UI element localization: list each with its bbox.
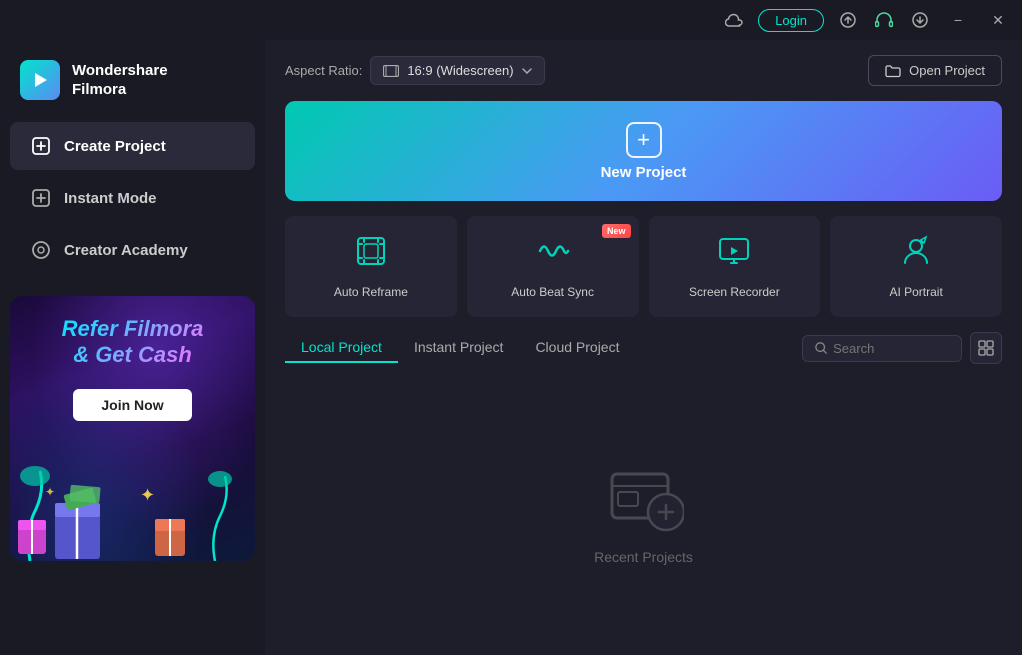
ai-portrait-label: AI Portrait xyxy=(889,285,942,299)
new-project-plus-icon: + xyxy=(626,122,662,158)
screen-recorder-card[interactable]: Screen Recorder xyxy=(649,216,821,317)
new-project-label: New Project xyxy=(601,164,687,181)
cloud-icon[interactable] xyxy=(722,8,746,32)
promo-content: Refer Filmora& Get Cash Join Now xyxy=(10,296,255,561)
auto-beat-sync-label: Auto Beat Sync xyxy=(511,285,594,299)
sidebar-item-creator-academy[interactable]: Creator Academy xyxy=(10,226,255,274)
projects-tabs: Local Project Instant Project Cloud Proj… xyxy=(285,332,1002,364)
search-input[interactable] xyxy=(833,341,949,356)
aspect-ratio-area: Aspect Ratio: 16:9 (Widescreen) xyxy=(285,56,545,85)
new-project-inner: + New Project xyxy=(601,122,687,181)
empty-projects-icon xyxy=(604,454,684,534)
headphones-icon[interactable] xyxy=(872,8,896,32)
tab-instant-project[interactable]: Instant Project xyxy=(398,333,520,363)
logo-icon xyxy=(20,60,60,100)
svg-text:✦: ✦ xyxy=(140,485,155,505)
auto-reframe-label: Auto Reframe xyxy=(334,285,408,299)
tab-cloud-project[interactable]: Cloud Project xyxy=(519,333,635,363)
sidebar: WondershareFilmora Create Project Instan… xyxy=(0,40,265,655)
aspect-ratio-value: 16:9 (Widescreen) xyxy=(407,63,513,78)
search-box[interactable] xyxy=(802,335,962,362)
instant-mode-icon xyxy=(30,187,52,209)
grid-toggle-button[interactable] xyxy=(970,332,1002,364)
new-badge: New xyxy=(602,224,631,238)
app-name: WondershareFilmora xyxy=(72,61,168,100)
close-button[interactable]: ✕ xyxy=(984,8,1012,32)
quick-actions: Auto Reframe New Auto Beat Sync xyxy=(285,216,1002,317)
logo-area: WondershareFilmora xyxy=(0,50,265,120)
search-icon xyxy=(815,341,827,355)
auto-beat-sync-icon xyxy=(536,234,570,275)
sidebar-item-create-project[interactable]: Create Project xyxy=(10,122,255,170)
app-body: WondershareFilmora Create Project Instan… xyxy=(0,40,1022,655)
new-project-banner[interactable]: + New Project xyxy=(285,101,1002,201)
auto-reframe-icon xyxy=(354,234,388,275)
tab-local-project[interactable]: Local Project xyxy=(285,333,398,363)
top-bar: Aspect Ratio: 16:9 (Widescreen) xyxy=(285,55,1002,86)
empty-state: Recent Projects xyxy=(285,379,1002,640)
main-content: Aspect Ratio: 16:9 (Widescreen) xyxy=(265,40,1022,655)
titlebar: Login − ✕ xyxy=(0,0,1022,40)
create-project-icon xyxy=(30,135,52,157)
open-project-label: Open Project xyxy=(909,63,985,78)
minimize-button[interactable]: − xyxy=(944,8,972,32)
screen-recorder-icon xyxy=(717,234,751,275)
aspect-ratio-label: Aspect Ratio: xyxy=(285,63,362,78)
aspect-ratio-dropdown[interactable]: 16:9 (Widescreen) xyxy=(370,56,544,85)
promo-join-button[interactable]: Join Now xyxy=(73,389,191,421)
promo-banner[interactable]: Refer Filmora& Get Cash Join Now xyxy=(10,296,255,561)
sidebar-item-academy-label: Creator Academy xyxy=(64,242,188,259)
creator-academy-icon xyxy=(30,239,52,261)
titlebar-icons: Login − ✕ xyxy=(722,8,1012,32)
projects-section: Local Project Instant Project Cloud Proj… xyxy=(285,332,1002,640)
upload-icon[interactable] xyxy=(836,8,860,32)
open-project-button[interactable]: Open Project xyxy=(868,55,1002,86)
sidebar-item-create-label: Create Project xyxy=(64,138,166,155)
promo-title: Refer Filmora& Get Cash xyxy=(62,316,204,369)
ai-portrait-icon xyxy=(899,234,933,275)
ai-portrait-card[interactable]: AI Portrait xyxy=(830,216,1002,317)
sidebar-item-instant-label: Instant Mode xyxy=(64,190,157,207)
auto-reframe-card[interactable]: Auto Reframe xyxy=(285,216,457,317)
projects-search xyxy=(802,332,1002,364)
empty-projects-label: Recent Projects xyxy=(594,549,693,565)
login-button[interactable]: Login xyxy=(758,9,824,32)
download-icon[interactable] xyxy=(908,8,932,32)
screen-recorder-label: Screen Recorder xyxy=(689,285,780,299)
svg-text:✦: ✦ xyxy=(45,485,55,499)
sidebar-item-instant-mode[interactable]: Instant Mode xyxy=(10,174,255,222)
auto-beat-sync-card[interactable]: New Auto Beat Sync xyxy=(467,216,639,317)
